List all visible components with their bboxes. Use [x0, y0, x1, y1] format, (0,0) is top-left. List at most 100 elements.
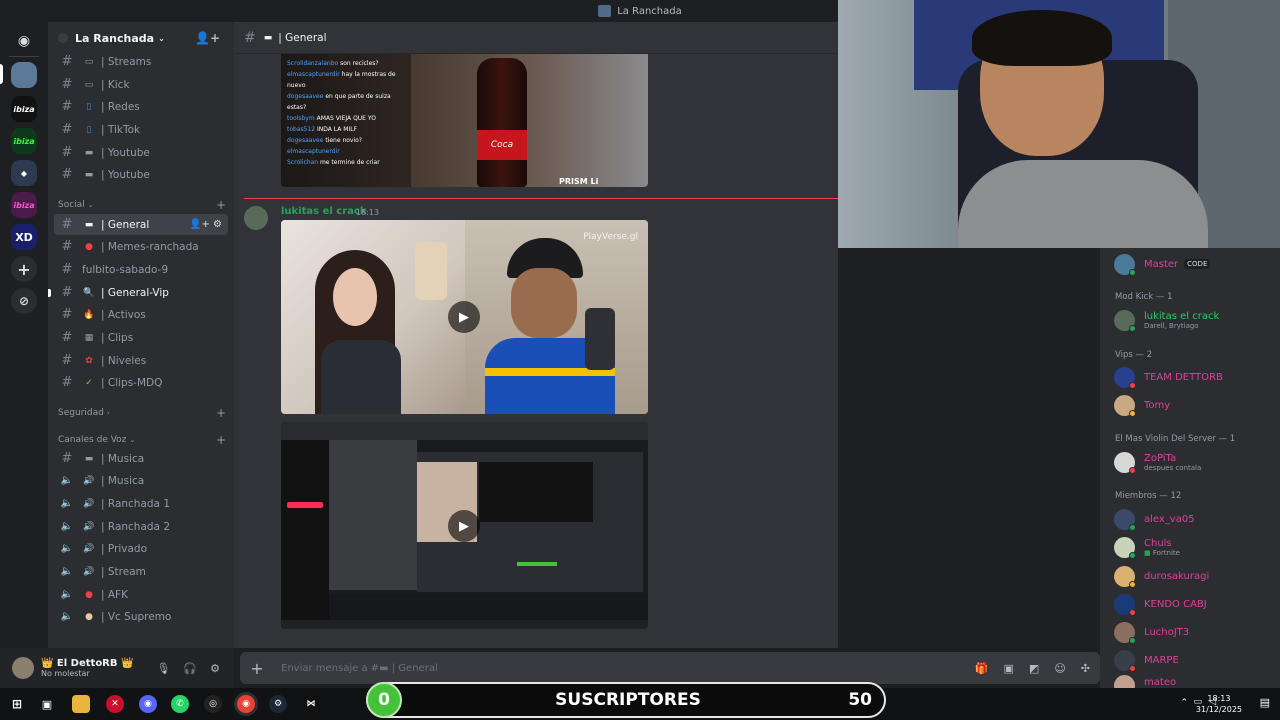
- microphone-icon[interactable]: 🎙: [156, 662, 170, 675]
- member-kendo-cabj[interactable]: KENDO CABJ: [1114, 592, 1280, 616]
- capcut-icon[interactable]: ⋈: [302, 695, 320, 713]
- previous-image-attachment[interactable]: Scrolidanzalanbo son recicles? elmascapt…: [281, 54, 648, 187]
- video-attachment-2[interactable]: ▶: [281, 422, 648, 629]
- member-chuls[interactable]: Chuls ■ Fortnite: [1114, 535, 1280, 559]
- channel-emoji: ✿: [85, 355, 93, 366]
- voice-ranchada-1[interactable]: 🔈 🔊 | Ranchada 1: [54, 493, 228, 514]
- channel-label: | Redes: [101, 100, 140, 113]
- add-channel-icon[interactable]: +: [216, 406, 226, 420]
- category-social[interactable]: Social ⌄ +: [58, 198, 228, 212]
- server-header[interactable]: La Ranchada ⌄ 👤+: [48, 22, 234, 54]
- voice-ranchada-2[interactable]: 🔈 🔊 | Ranchada 2: [54, 516, 228, 537]
- speaker-icon: 🔈: [60, 566, 74, 577]
- channel-memes-ranchada[interactable]: # ● | Memes-ranchada: [54, 236, 228, 257]
- channel-kick[interactable]: # ▭ | Kick: [54, 74, 228, 95]
- member-durosakuragi[interactable]: durosakuragi: [1114, 564, 1280, 588]
- video-watermark: PlayVerse.gl: [583, 232, 638, 242]
- channel-youtube-1[interactable]: # ▬ | Youtube: [54, 142, 228, 163]
- headphones-icon[interactable]: 🎧: [183, 662, 197, 675]
- task-view-icon[interactable]: ▣: [38, 695, 56, 713]
- play-icon[interactable]: ▶: [448, 301, 480, 333]
- channel-general-vip[interactable]: # 🔍 | General-Vip: [48, 282, 228, 303]
- discord-home-icon[interactable]: ◉: [11, 28, 37, 54]
- category-voz[interactable]: Canales de Voz ⌄ +: [58, 433, 228, 447]
- member-tomy[interactable]: Tomy: [1114, 393, 1280, 417]
- file-explorer-icon[interactable]: [72, 695, 90, 713]
- discord-taskbar-icon[interactable]: ◉: [139, 695, 157, 713]
- steam-icon[interactable]: ⚙: [269, 695, 287, 713]
- shirt-shape: [958, 160, 1208, 248]
- server-ibiza-3[interactable]: ibiza: [11, 192, 37, 218]
- channel-tiktok[interactable]: # ▯ | TikTok: [54, 119, 228, 140]
- voice-musica[interactable]: 🔈 🔊 | Musica: [54, 470, 228, 491]
- video-attachment-1[interactable]: PlayVerse.gl ▶: [281, 220, 648, 414]
- channel-label: | General-Vip: [101, 286, 169, 299]
- channel-activos[interactable]: # 🔥 | Activos: [54, 304, 228, 325]
- server-ibiza-2[interactable]: ibiza: [11, 128, 37, 154]
- server-la-ranchada[interactable]: [11, 62, 37, 88]
- voice-stream[interactable]: 🔈 🔊 | Stream: [54, 561, 228, 582]
- new-messages-divider: [244, 198, 838, 199]
- chrome-icon[interactable]: ◉: [237, 695, 255, 713]
- phone-shape: [585, 308, 615, 370]
- member-master[interactable]: Master CODE: [1114, 252, 1280, 276]
- status-dot: [1129, 466, 1136, 474]
- server-ibiza-1[interactable]: ibiza: [11, 96, 37, 122]
- member-alex[interactable]: alex_va05: [1114, 507, 1280, 531]
- channel-niveles[interactable]: # ✿ | Niveles: [54, 350, 228, 371]
- channel-emoji: ▯: [86, 124, 92, 135]
- activity-text: Fortnite: [1152, 548, 1180, 557]
- invite-icon[interactable]: 👤+: [195, 31, 220, 45]
- add-attachment-icon[interactable]: +: [240, 659, 274, 678]
- member-zopita[interactable]: ZoPiTa despues contala: [1114, 450, 1280, 474]
- voice-vc-supremo[interactable]: 🔈 ● | Vc Supremo: [54, 606, 228, 627]
- server-shield[interactable]: ◆: [11, 160, 37, 186]
- explore-icon[interactable]: ⊘: [11, 288, 37, 314]
- member-team-dettorb[interactable]: TEAM DETTORB: [1114, 365, 1280, 389]
- notification-icon[interactable]: ▤: [1260, 696, 1270, 709]
- member-marpe[interactable]: MARPE: [1114, 648, 1280, 672]
- gear-icon[interactable]: ⚙: [210, 662, 220, 675]
- add-channel-icon[interactable]: +: [216, 198, 226, 212]
- avatar[interactable]: [244, 206, 268, 230]
- add-server-icon[interactable]: +: [11, 256, 37, 282]
- member-lukitas[interactable]: lukitas el crack Darell, Brytiago: [1114, 308, 1280, 332]
- channel-label: | Ranchada 2: [101, 520, 171, 533]
- whatsapp-icon[interactable]: ✆: [171, 695, 189, 713]
- avatar[interactable]: [12, 657, 34, 679]
- member-luchojt3[interactable]: LuchoJT3: [1114, 620, 1280, 644]
- gif-icon[interactable]: ▣: [1004, 662, 1014, 675]
- channel-youtube-2[interactable]: # ▬ | Youtube: [54, 164, 228, 185]
- channel-clips[interactable]: # ▦ | Clips: [54, 327, 228, 348]
- channel-streams[interactable]: # ▭ | Streams: [54, 51, 228, 72]
- status-dot: [1129, 580, 1136, 588]
- channel-settings-icon[interactable]: 👤+ ⚙: [189, 219, 222, 230]
- sticker-icon[interactable]: ◩: [1029, 662, 1039, 675]
- channel-fulbito-sabado-9[interactable]: # fulbito-sabado-9: [54, 259, 228, 280]
- tray-chevron-icon[interactable]: ⌃: [1180, 698, 1188, 708]
- channel-redes[interactable]: # ▯ | Redes: [54, 96, 228, 117]
- message-author[interactable]: lukitas el crack: [281, 206, 366, 217]
- app-icon-red[interactable]: ✕: [106, 695, 124, 713]
- emoji-icon[interactable]: ☺: [1054, 662, 1065, 675]
- gift-icon[interactable]: 🎁: [975, 662, 989, 675]
- taskbar-clock[interactable]: 18:13 31/12/2025: [1196, 693, 1242, 715]
- channel-general[interactable]: # ▬ | General 👤+ ⚙: [54, 214, 228, 235]
- voice-afk[interactable]: 🔈 ● | AFK: [54, 584, 228, 605]
- channel-emoji: ✓: [85, 377, 93, 388]
- play-icon[interactable]: ▶: [448, 510, 480, 542]
- overlay-user: dogesaavee: [287, 137, 324, 144]
- obs-icon[interactable]: ◎: [204, 695, 222, 713]
- category-seguridad[interactable]: Seguridad › +: [58, 406, 228, 420]
- add-channel-icon[interactable]: +: [216, 433, 226, 447]
- message-composer[interactable]: + Enviar mensaje a #▬ | General 🎁 ▣ ◩ ☺ …: [240, 652, 1100, 684]
- apps-icon[interactable]: ✣: [1081, 662, 1090, 675]
- voice-privado[interactable]: 🔈 🔊 | Privado: [54, 538, 228, 559]
- channel-musica-text[interactable]: # ▬ | Musica: [54, 448, 228, 469]
- server-xd[interactable]: XD: [11, 224, 37, 250]
- tiktok-button-shape: [287, 502, 323, 508]
- windows-start-icon[interactable]: ⊞: [8, 695, 26, 713]
- member-mateo[interactable]: mateo: [1114, 675, 1280, 688]
- channel-clips-mdq[interactable]: # ✓ | Clips-MDQ: [54, 372, 228, 393]
- bottle-shape: Coca: [477, 58, 527, 187]
